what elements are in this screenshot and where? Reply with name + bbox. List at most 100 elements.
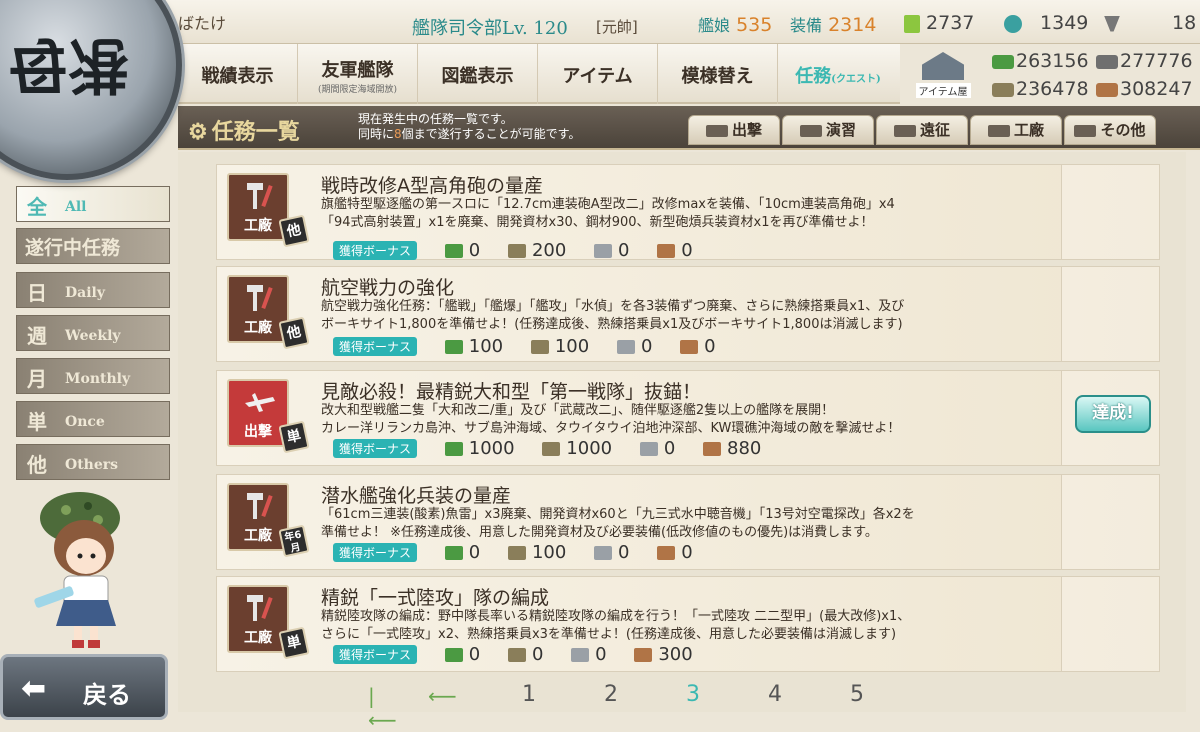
reward-bauxite: 880 xyxy=(703,438,761,459)
ammo-icon xyxy=(507,647,526,662)
reward-steel: 0 xyxy=(616,336,652,357)
quest-description: 現在発生中の任務一覧です。 同時に8個まで遂行することが可能です。 xyxy=(358,112,581,141)
main-menu: 戦績表示 友軍艦隊 (期間限定海域開放) 図鑑表示 アイテム 模様替え 任務(クエ… xyxy=(178,44,900,104)
quest-row[interactable]: 出撃 単 見敵必殺！最精鋭大和型「第一戦隊」抜錨！ 改大和型戦艦二隻「大和改二/… xyxy=(216,370,1160,466)
back-arrow-icon: ⬅ xyxy=(21,671,47,706)
sidebar-item-others[interactable]: 他 Others xyxy=(16,444,170,480)
quest-description: 航空戦力強化任務：「艦戦」「艦爆」「艦攻」「水偵」を各3装備ずつ廃棄、さらに熟練… xyxy=(321,299,905,332)
bauxite-icon xyxy=(634,647,653,662)
menu-record[interactable]: 戦績表示 xyxy=(178,44,298,104)
bonus-button[interactable]: 獲得ボーナス xyxy=(333,542,418,562)
menu-quest[interactable]: 任務(クエスト) xyxy=(778,44,898,104)
reward-bauxite: 0 xyxy=(657,542,693,563)
bonus-button[interactable]: 獲得ボーナス xyxy=(333,644,418,664)
quest-type-tag: 他 xyxy=(278,316,310,350)
steel-icon xyxy=(594,243,613,258)
quest-status-area xyxy=(1061,165,1159,259)
prev-page-icon[interactable]: ⟵ xyxy=(428,684,457,708)
quest-row[interactable]: 工廠 単 精鋭「一式陸攻」隊の編成 精鋭陸攻隊の編成：野中隊長率いる精鋭陸攻隊の… xyxy=(216,576,1160,672)
back-button[interactable]: ⬅ 戻る xyxy=(0,654,168,720)
quest-title: 見敵必殺！最精鋭大和型「第一戦隊」抜錨！ xyxy=(321,381,702,403)
quest-list: 工廠 他 戦時改修A型高角砲の量産 旗艦特型駆逐艦の第一スロに「12.7cm連装… xyxy=(178,152,1186,712)
reward-ammo: 100 xyxy=(507,542,566,563)
sortie-icon xyxy=(705,125,728,137)
steel-icon xyxy=(639,441,658,456)
page-3[interactable]: 3 xyxy=(678,682,708,707)
reward-bauxite: 0 xyxy=(680,336,716,357)
port-emblem[interactable]: 母港 xyxy=(0,0,182,180)
page-5[interactable]: 5 xyxy=(842,682,872,707)
reward-ammo: 100 xyxy=(530,336,589,357)
bonus-button[interactable]: 獲得ボーナス xyxy=(333,438,418,458)
quest-title: 航空戦力の強化 xyxy=(321,277,455,299)
quest-status-area xyxy=(1061,267,1159,361)
quest-row[interactable]: 工廠 年6月 潜水艦強化兵装の量産 「61cm三連装(酸素)魚雷」x3廃棄、開発… xyxy=(216,474,1160,570)
sidebar-item-daily[interactable]: 日 Daily xyxy=(16,272,170,308)
quest-rewards: 獲得ボーナス 0 100 0 0 xyxy=(333,541,715,563)
page-2[interactable]: 2 xyxy=(596,682,626,707)
bauxite-icon xyxy=(1096,82,1118,97)
bauxite-icon xyxy=(703,441,722,456)
quest-type-tag: 他 xyxy=(278,214,310,248)
ammo-icon xyxy=(542,441,561,456)
bauxite-icon xyxy=(657,545,676,560)
quest-row[interactable]: 工廠 他 航空戦力の強化 航空戦力強化任務：「艦戦」「艦爆」「艦攻」「水偵」を各… xyxy=(216,266,1160,362)
fuel-icon xyxy=(444,647,463,662)
fuel-icon xyxy=(444,545,463,560)
reward-bauxite: 0 xyxy=(657,240,693,261)
ammo-icon xyxy=(1096,54,1118,69)
page-1[interactable]: 1 xyxy=(514,682,544,707)
fuel-icon xyxy=(992,54,1014,69)
quest-status-area xyxy=(1061,475,1159,569)
sidebar-item-weekly[interactable]: 週 Weekly xyxy=(16,315,170,351)
hammer-icon xyxy=(247,285,273,311)
steel-icon xyxy=(992,82,1014,97)
quest-row[interactable]: 工廠 他 戦時改修A型高角砲の量産 旗艦特型駆逐艦の第一スロに「12.7cm連装… xyxy=(216,164,1160,261)
exercise-icon xyxy=(799,125,822,137)
item-shop-button[interactable]: アイテム屋 xyxy=(902,46,984,102)
sidebar-item-once[interactable]: 単 Once xyxy=(16,401,170,437)
reward-fuel: 100 xyxy=(444,336,503,357)
steel-icon xyxy=(571,647,590,662)
sidebar-item-monthly[interactable]: 月 Monthly xyxy=(16,358,170,394)
page-4[interactable]: 4 xyxy=(760,682,790,707)
sidebar-item-all[interactable]: 全 All xyxy=(16,186,170,222)
quest-description: 旗艦特型駆逐艦の第一スロに「12.7cm連装砲A型改二」改修maxを装備、「10… xyxy=(321,197,895,230)
menu-furniture[interactable]: 模様替え xyxy=(658,44,778,104)
steel-icon xyxy=(616,339,635,354)
secretary-character xyxy=(20,480,150,650)
hq-level: 艦隊司令部Lv. 120 xyxy=(412,18,568,39)
top-status-bar: ばたけ 艦隊司令部Lv. 120 [元帥] 艦娘 535 装備 2314 273… xyxy=(0,0,1200,44)
ammo-icon xyxy=(530,339,549,354)
quest-rewards: 獲得ボーナス 100 100 0 0 xyxy=(333,335,738,357)
bonus-button[interactable]: 獲得ボーナス xyxy=(333,336,418,356)
reward-steel: 0 xyxy=(594,542,629,563)
quest-title: 精鋭「一式陸攻」隊の編成 xyxy=(321,587,550,609)
menu-items[interactable]: アイテム xyxy=(538,44,658,104)
reward-fuel: 0 xyxy=(444,644,480,665)
reward-steel: 0 xyxy=(594,240,629,261)
first-page-icon[interactable]: |⟵ xyxy=(368,684,397,732)
bonus-button[interactable]: 獲得ボーナス xyxy=(333,240,418,260)
quest-description: 精鋭陸攻隊の編成：野中隊長率いる精鋭陸攻隊の編成を行う！「一式陸攻 二二型甲」(… xyxy=(321,609,911,642)
ship-count: 艦娘 535 xyxy=(698,14,773,36)
quest-rewards: 獲得ボーナス 0 0 0 300 xyxy=(333,643,715,665)
screw-count: 18 xyxy=(1104,12,1196,34)
devmat-count: 1349 xyxy=(1004,12,1088,34)
gear-icon: ⚙ xyxy=(188,119,208,145)
screw-icon xyxy=(1104,15,1120,32)
filter-exercise[interactable]: 演習 xyxy=(782,115,874,145)
steel-resource: 236478 xyxy=(992,78,1089,100)
filter-arsenal[interactable]: 工廠 xyxy=(970,115,1062,145)
filter-expedition[interactable]: 遠征 xyxy=(876,115,968,145)
filter-other[interactable]: その他 xyxy=(1064,115,1156,145)
quest-type-tag: 年6月 xyxy=(278,524,310,558)
fuel-icon xyxy=(444,441,463,456)
bucket-count: 2737 xyxy=(904,12,974,34)
quest-complete-badge[interactable]: 達成! xyxy=(1075,395,1151,433)
sidebar-item-in-progress[interactable]: 遂行中任務 xyxy=(16,228,170,264)
menu-album[interactable]: 図鑑表示 xyxy=(418,44,538,104)
menu-friend-fleet[interactable]: 友軍艦隊 (期間限定海域開放) xyxy=(298,44,418,104)
filter-sortie[interactable]: 出撃 xyxy=(688,115,780,145)
hammer-icon xyxy=(247,595,273,621)
